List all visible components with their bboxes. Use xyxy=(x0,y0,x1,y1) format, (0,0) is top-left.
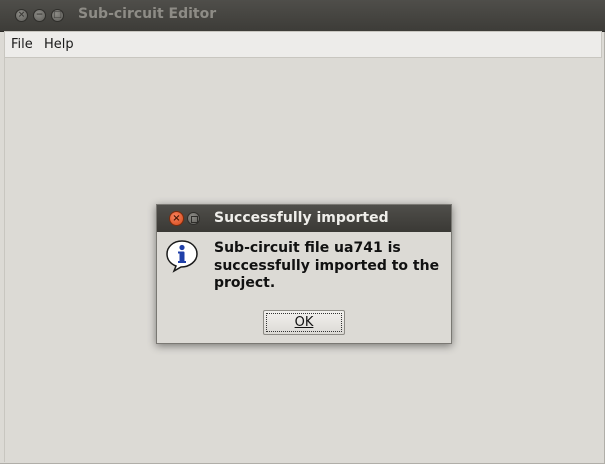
window-close-button[interactable]: × xyxy=(15,9,28,22)
menu-file[interactable]: File xyxy=(11,37,33,52)
dialog-title: Successfully imported xyxy=(214,210,389,226)
menu-help[interactable]: Help xyxy=(44,37,74,52)
dialog-message: Sub-circuit file ua741 is successfully i… xyxy=(214,240,440,291)
window-title: Sub-circuit Editor xyxy=(78,6,217,22)
ok-button[interactable]: OK xyxy=(263,310,345,335)
window-maximize-button[interactable]: □ xyxy=(51,9,64,22)
menubar: File Help xyxy=(4,31,602,58)
import-success-dialog: × Successfully imported Sub-circuit file… xyxy=(156,204,452,344)
ok-button-label: OK xyxy=(294,314,314,330)
window-titlebar[interactable]: × − □ Sub-circuit Editor xyxy=(0,0,605,32)
dialog-minimize-button[interactable] xyxy=(187,212,200,225)
window-minimize-button[interactable]: − xyxy=(33,9,46,22)
info-icon xyxy=(166,240,198,273)
dialog-close-button[interactable]: × xyxy=(169,211,184,226)
dialog-titlebar[interactable]: × Successfully imported xyxy=(157,205,451,232)
